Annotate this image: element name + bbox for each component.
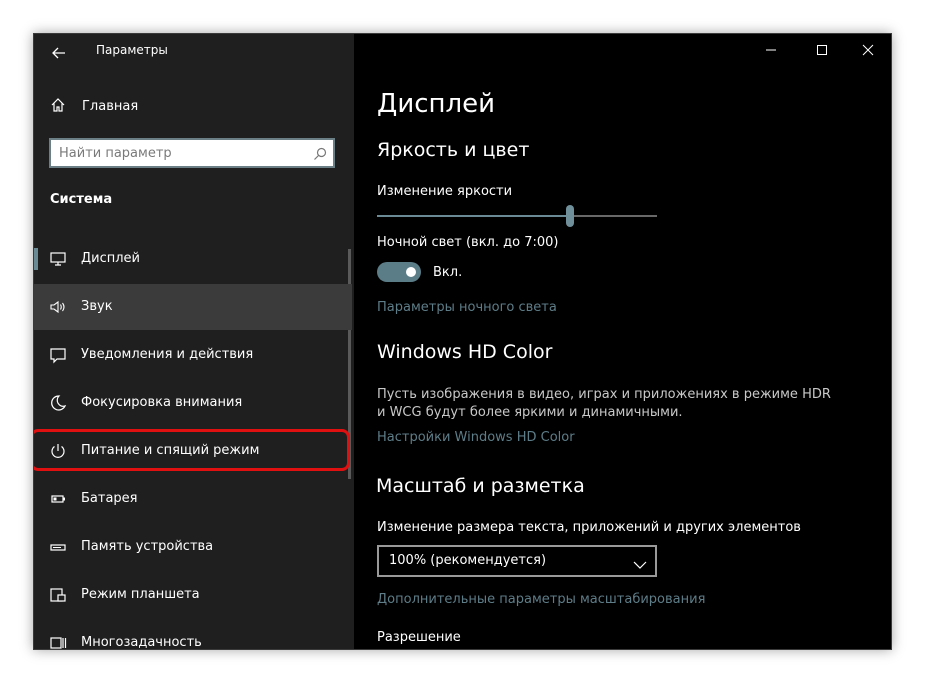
maximize-icon	[817, 45, 827, 55]
notification-icon	[49, 346, 67, 364]
sidebar-item-label: Режим планшета	[81, 587, 200, 602]
brightness-slider-fill	[377, 215, 571, 217]
night-light-state: Вкл.	[433, 265, 463, 280]
main-content: Дисплей Яркость и цвет Изменение яркости…	[354, 34, 891, 649]
minimize-button[interactable]	[748, 34, 794, 66]
sidebar: Параметры Главная Система Дисплей	[34, 34, 354, 649]
home-nav-item[interactable]: Главная	[34, 92, 354, 122]
sidebar-item-tablet-mode[interactable]: Режим планшета	[34, 572, 352, 618]
sidebar-item-label: Память устройства	[81, 539, 214, 554]
night-light-settings-link[interactable]: Параметры ночного света	[377, 300, 557, 315]
highlight-frame	[34, 429, 350, 471]
scale-dropdown[interactable]: 100% (рекомендуется)	[377, 545, 657, 577]
speaker-icon	[49, 298, 67, 316]
minimize-icon	[766, 49, 776, 51]
home-icon	[50, 97, 66, 117]
battery-icon	[49, 490, 67, 508]
settings-window: Параметры Главная Система Дисплей	[33, 33, 892, 650]
moon-icon	[49, 394, 67, 412]
sidebar-item-notifications[interactable]: Уведомления и действия	[34, 332, 352, 378]
monitor-icon	[49, 250, 67, 268]
section-title: Система	[50, 192, 113, 207]
close-button[interactable]	[845, 34, 891, 66]
brightness-slider[interactable]	[377, 205, 657, 227]
sidebar-item-label: Уведомления и действия	[81, 347, 254, 362]
brightness-heading: Яркость и цвет	[377, 139, 530, 161]
brightness-label: Изменение яркости	[377, 184, 513, 199]
page-title: Дисплей	[377, 89, 496, 119]
multitasking-icon	[49, 634, 67, 649]
app-title: Параметры	[96, 43, 168, 57]
sidebar-item-sound[interactable]: Звук	[34, 284, 352, 330]
search-box[interactable]	[49, 138, 335, 168]
sidebar-item-label: Батарея	[81, 491, 138, 506]
storage-icon	[49, 538, 67, 556]
scale-dropdown-value: 100% (рекомендуется)	[389, 553, 547, 568]
brightness-slider-thumb[interactable]	[566, 205, 575, 227]
advanced-scaling-link[interactable]: Дополнительные параметры масштабирования	[377, 592, 705, 607]
active-indicator	[34, 248, 38, 270]
scale-heading: Масштаб и разметка	[376, 475, 585, 497]
tablet-mode-icon	[49, 586, 67, 604]
hdr-settings-link[interactable]: Настройки Windows HD Color	[377, 430, 575, 445]
sidebar-item-label: Звук	[81, 299, 113, 314]
night-light-toggle[interactable]	[377, 262, 421, 282]
sidebar-item-storage[interactable]: Память устройства	[34, 524, 352, 570]
sidebar-item-label: Фокусировка внимания	[81, 395, 243, 410]
sidebar-item-label: Многозадачность	[81, 635, 202, 650]
scale-label: Изменение размера текста, приложений и д…	[377, 520, 801, 535]
hdr-heading: Windows HD Color	[377, 341, 553, 363]
sidebar-item-battery[interactable]: Батарея	[34, 476, 352, 522]
home-label: Главная	[82, 99, 139, 114]
sidebar-item-display[interactable]: Дисплей	[34, 236, 352, 282]
sidebar-item-multitasking[interactable]: Многозадачность	[34, 620, 352, 650]
search-input[interactable]	[59, 144, 299, 162]
chevron-down-icon	[633, 555, 647, 574]
resolution-label: Разрешение	[377, 630, 461, 645]
search-icon[interactable]	[313, 146, 327, 165]
close-icon	[862, 44, 874, 56]
sidebar-item-label: Дисплей	[81, 251, 141, 266]
maximize-button[interactable]	[799, 34, 845, 66]
toggle-knob	[406, 267, 416, 277]
hdr-description: Пусть изображения в видео, играх и прило…	[377, 387, 831, 420]
back-arrow-icon	[52, 47, 65, 59]
night-light-label: Ночной свет (вкл. до 7:00)	[377, 235, 559, 250]
sidebar-item-focus-assist[interactable]: Фокусировка внимания	[34, 380, 352, 426]
back-button[interactable]	[44, 39, 74, 67]
